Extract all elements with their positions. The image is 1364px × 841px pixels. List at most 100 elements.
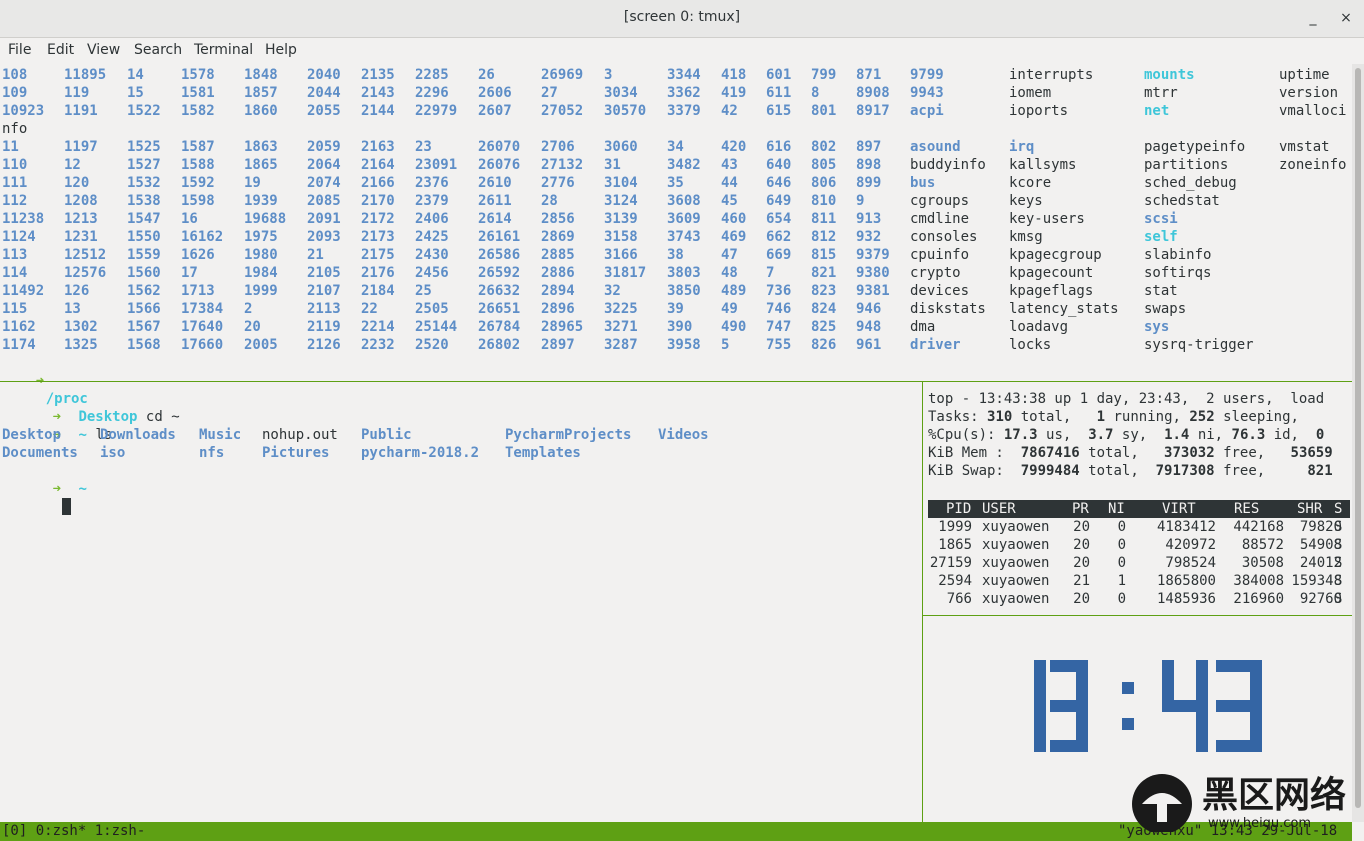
scrollbar-thumb[interactable]	[1355, 68, 1361, 808]
proc-entry: kpagecgroup	[1009, 247, 1102, 263]
proc-entry: driver	[910, 337, 961, 353]
proc-entry: 1525	[127, 139, 161, 155]
process-cell: 1	[1117, 573, 1126, 589]
terminal-scrollbar[interactable]	[1352, 64, 1364, 822]
proc-entry: 26161	[478, 229, 521, 245]
tmux-window-list[interactable]: [0] 0:zsh* 1:zsh-	[2, 822, 145, 840]
dir-entry: Downloads	[100, 427, 176, 443]
top-cpu-line: %Cpu(s): 17.3 us, 3.7 sy, 1.4 ni, 76.3 i…	[928, 427, 1325, 443]
proc-entry: 39	[667, 301, 684, 317]
proc-entry: version	[1279, 85, 1339, 101]
proc-entry: 1588	[181, 157, 215, 173]
proc-entry: 2135	[361, 67, 395, 83]
dir-entry: Music	[199, 427, 242, 443]
process-cell: S	[1334, 519, 1343, 535]
proc-entry: 12	[64, 157, 81, 173]
proc-entry: 1560	[127, 265, 161, 281]
proc-entry: 961	[856, 337, 882, 353]
process-cell: 0	[1117, 537, 1126, 553]
proc-entry: 17384	[181, 301, 224, 317]
dir-entry: nfs	[199, 445, 225, 461]
proc-entry: 1984	[244, 265, 278, 281]
proc-prompt: ➜ /proc	[2, 354, 88, 407]
close-button[interactable]: ×	[1336, 8, 1356, 28]
proc-entry: 15	[127, 85, 144, 101]
proc-entry: 418	[721, 67, 747, 83]
proc-entry: 898	[856, 157, 882, 173]
process-table-header: PID USER PR NI VIRT RES SHR S	[928, 500, 1350, 518]
proc-entry: 2173	[361, 229, 395, 245]
proc-entry: 1532	[127, 175, 161, 191]
proc-entry: 3344	[667, 67, 701, 83]
process-cell: 420972	[1165, 537, 1216, 553]
menu-view[interactable]: View	[87, 42, 120, 58]
process-cell: 88572	[1241, 537, 1284, 553]
menu-file[interactable]: File	[8, 42, 31, 58]
proc-entry: asound	[910, 139, 961, 155]
process-cell: xuyaowen	[982, 537, 1050, 553]
proc-entry: 115	[2, 301, 28, 317]
menu-bar: File Edit View Search Terminal Help	[0, 38, 1364, 64]
pane-divider-horizontal[interactable]	[0, 381, 1352, 382]
proc-entry: 1538	[127, 193, 161, 209]
cmd-line-3: ➜ ~	[2, 462, 87, 515]
pane-divider-vertical[interactable]	[922, 382, 923, 822]
top-tasks-line: Tasks: 310 total, 1 running, 252 sleepin…	[928, 409, 1299, 425]
proc-entry: 32	[604, 283, 621, 299]
menu-help[interactable]: Help	[265, 42, 297, 58]
proc-entry: 3850	[667, 283, 701, 299]
proc-entry: 9	[856, 193, 865, 209]
proc-entry: 2856	[541, 211, 575, 227]
process-cell: 1999	[938, 519, 972, 535]
process-cell: 20	[1073, 537, 1090, 553]
proc-entry: 616	[766, 139, 792, 155]
proc-entry: 2166	[361, 175, 395, 191]
proc-entry: 11238	[2, 211, 45, 227]
proc-entry: 42	[721, 103, 738, 119]
pane-divider-right[interactable]	[923, 615, 1352, 616]
proc-entry: cmdline	[910, 211, 970, 227]
proc-entry: 3	[604, 67, 613, 83]
proc-entry: kcore	[1009, 175, 1052, 191]
proc-entry: 27	[541, 85, 558, 101]
terminal-area[interactable]: 108 11895 14 1578 1848 2040 2135 2285 26 26969 3 33…	[0, 64, 1352, 822]
proc-entry: 3104	[604, 175, 638, 191]
proc-entry: 1191	[64, 103, 98, 119]
proc-entry: 23091	[415, 157, 458, 173]
proc-entry: 2706	[541, 139, 575, 155]
proc-entry: 2869	[541, 229, 575, 245]
menu-search[interactable]: Search	[134, 42, 182, 58]
proc-entry: 22979	[415, 103, 458, 119]
proc-entry: 649	[766, 193, 792, 209]
proc-entry: 2896	[541, 301, 575, 317]
process-cell: 20	[1073, 555, 1090, 571]
proc-entry: 8	[811, 85, 820, 101]
proc-entry: 25144	[415, 319, 458, 335]
proc-entry: sys	[1144, 319, 1170, 335]
proc-entry: 823	[811, 283, 837, 299]
proc-entry: stat	[1144, 283, 1178, 299]
proc-entry: locks	[1009, 337, 1052, 353]
proc-entry: 2105	[307, 265, 341, 281]
proc-entry: 2170	[361, 193, 395, 209]
proc-entry: 897	[856, 139, 882, 155]
proc-entry: 26076	[478, 157, 521, 173]
proc-entry: 10923	[2, 103, 45, 119]
proc-entry: 490	[721, 319, 747, 335]
proc-entry: 3609	[667, 211, 701, 227]
proc-entry: 2456	[415, 265, 449, 281]
proc-entry: 1939	[244, 193, 278, 209]
proc-entry: 799	[811, 67, 837, 83]
minimize-button[interactable]: _	[1303, 8, 1323, 28]
proc-entry: 16	[181, 211, 198, 227]
proc-entry: 26802	[478, 337, 521, 353]
proc-entry: 932	[856, 229, 882, 245]
proc-entry: 1587	[181, 139, 215, 155]
proc-entry: 19688	[244, 211, 287, 227]
proc-entry: 812	[811, 229, 837, 245]
menu-terminal[interactable]: Terminal	[194, 42, 253, 58]
proc-entry: 49	[721, 301, 738, 317]
proc-entry: 2285	[415, 67, 449, 83]
proc-entry: buddyinfo	[910, 157, 986, 173]
menu-edit[interactable]: Edit	[47, 42, 74, 58]
